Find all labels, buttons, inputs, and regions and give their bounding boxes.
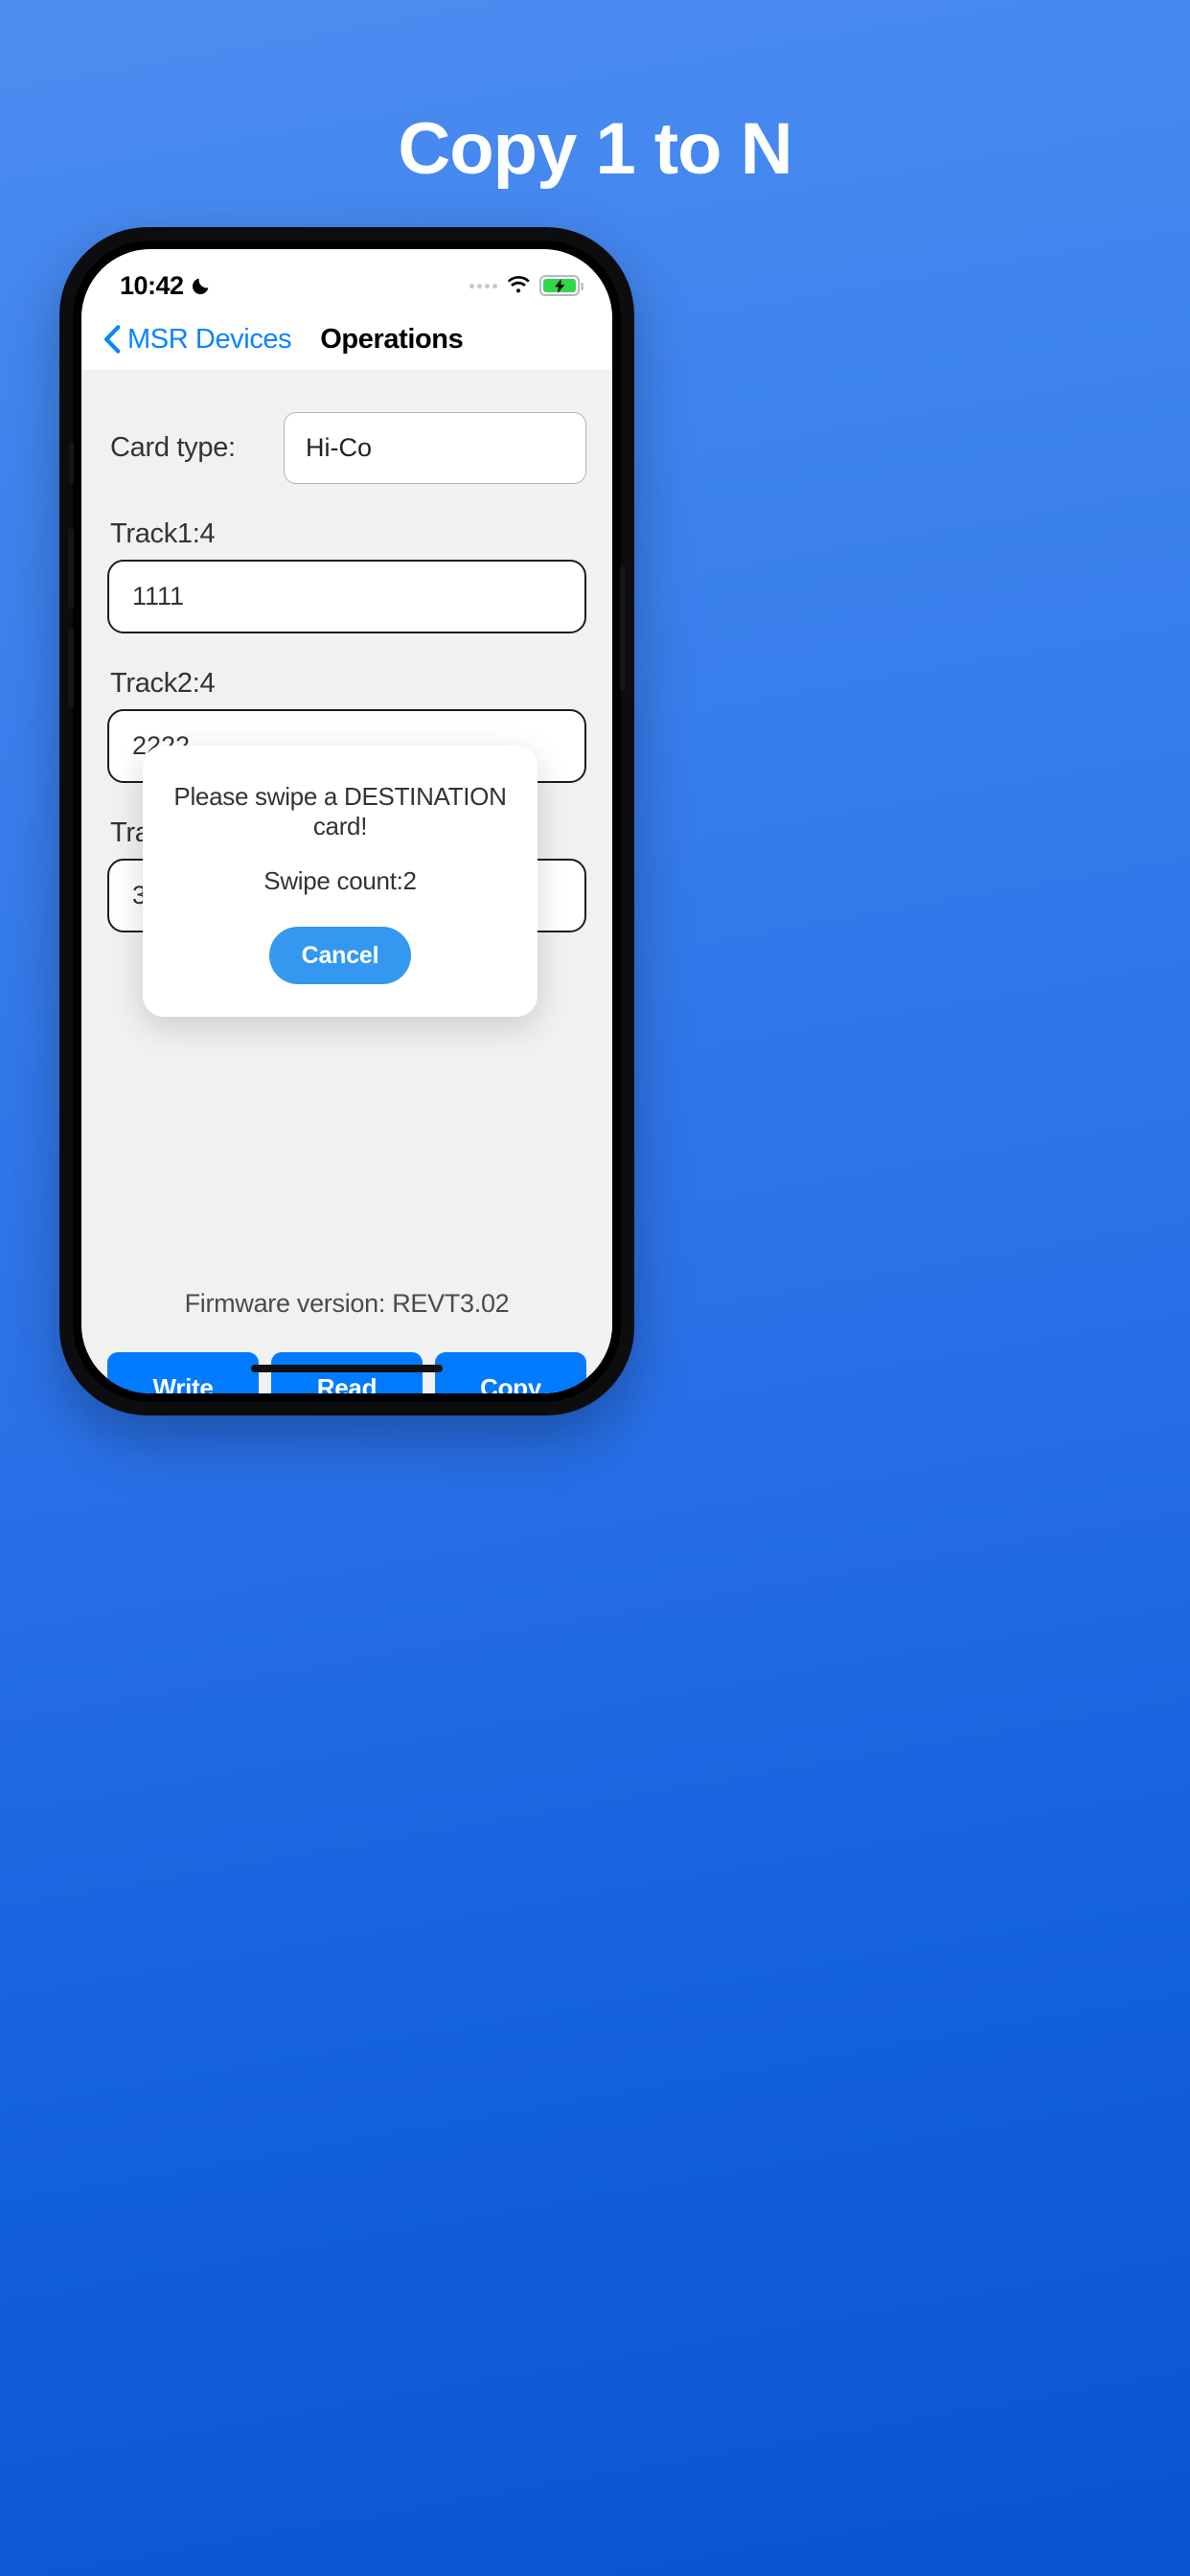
card-type-select[interactable]: Hi-Co <box>284 412 586 484</box>
track1-label: Track1:4 <box>110 518 216 549</box>
power-button[interactable] <box>620 566 626 691</box>
moon-icon <box>192 278 208 295</box>
status-bar-right <box>469 275 584 296</box>
charging-bolt-icon <box>554 278 564 293</box>
page-title: Copy 1 to N <box>398 108 792 190</box>
phone-mockup: 10:42 MSR Devices Operations Card type: … <box>59 227 634 1415</box>
wifi-icon <box>507 276 530 293</box>
back-button-label: MSR Devices <box>127 323 292 355</box>
volume-down-button[interactable] <box>68 628 74 708</box>
phone-bezel: 10:42 MSR Devices Operations Card type: … <box>68 241 626 1402</box>
status-time: 10:42 <box>120 270 184 300</box>
status-bar-left: 10:42 <box>120 271 212 301</box>
signal-dots-icon <box>469 283 497 288</box>
copy-button[interactable]: Copy <box>435 1352 586 1393</box>
action-button-grid: Write Read Copy Erase Read to file Write… <box>107 1352 586 1393</box>
track1-input[interactable]: 1111 <box>107 560 586 633</box>
home-indicator[interactable] <box>251 1365 443 1372</box>
chevron-left-icon <box>104 325 121 354</box>
mute-switch[interactable] <box>69 442 74 484</box>
action-row-1: Write Read Copy <box>107 1352 586 1393</box>
dialog-message: Please swipe a DESTINATION card! <box>173 782 507 840</box>
screen-title: Operations <box>320 323 464 355</box>
cancel-button[interactable]: Cancel <box>268 927 412 984</box>
battery-charging-icon <box>539 275 584 296</box>
track2-label: Track2:4 <box>110 668 216 699</box>
write-button[interactable]: Write <box>107 1352 259 1393</box>
card-type-row: Card type: Hi-Co <box>107 412 586 484</box>
phone-screen: 10:42 MSR Devices Operations Card type: … <box>81 249 612 1393</box>
dialog-swipe-count: Swipe count:2 <box>263 866 417 895</box>
status-bar: 10:42 <box>81 249 612 309</box>
volume-up-button[interactable] <box>68 528 74 609</box>
swipe-card-dialog: Please swipe a DESTINATION card! Swipe c… <box>143 746 538 1017</box>
nav-bar: MSR Devices Operations <box>81 309 612 370</box>
card-type-label: Card type: <box>110 432 236 463</box>
back-button[interactable]: MSR Devices <box>103 323 292 356</box>
firmware-version: Firmware version: REVT3.02 <box>184 1289 510 1318</box>
read-button[interactable]: Read <box>271 1352 423 1393</box>
